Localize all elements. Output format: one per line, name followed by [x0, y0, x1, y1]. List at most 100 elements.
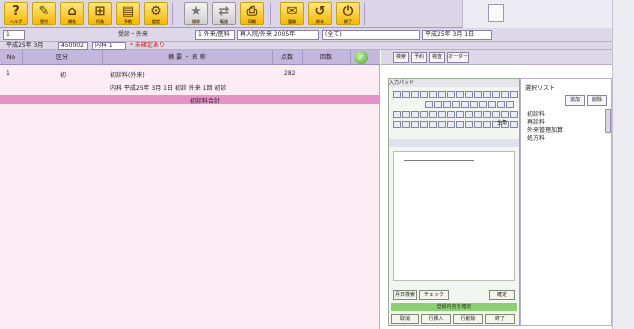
keypad-key[interactable] [411, 121, 419, 128]
tab-exam[interactable]: 検査 [429, 52, 445, 63]
date-search-button[interactable]: 月日検索 [393, 290, 417, 300]
department-field[interactable]: 内科 1 [92, 42, 126, 50]
category-select[interactable]: (全て) [322, 30, 420, 40]
keypad-key[interactable] [438, 91, 446, 98]
keypad-key[interactable] [429, 91, 437, 98]
keypad-key[interactable] [429, 111, 437, 118]
toolbar-button-3[interactable]: ⌂ 病名 [60, 2, 84, 25]
keypad-key[interactable] [456, 111, 464, 118]
category-field-2[interactable]: 再入院/外来 2005年 [237, 30, 319, 40]
keypad-key[interactable] [402, 111, 410, 118]
keypad-key[interactable] [393, 121, 401, 128]
list-item[interactable]: 処方料 [527, 133, 545, 142]
keypad-key[interactable] [479, 101, 487, 108]
patient-id-field[interactable]: 1 [3, 30, 25, 40]
keypad-key[interactable] [447, 91, 455, 98]
toolbar-button-11[interactable]: ↺ 戻る [308, 2, 332, 25]
toolbar-button-2[interactable]: ✎ 受付 [32, 2, 56, 25]
header-count[interactable]: 回数 [302, 50, 351, 65]
table-row[interactable]: 1 初 初診料(外来) 282 内科 平成25年 3月 1日 初診 外来 1回 … [0, 66, 380, 94]
tab-order[interactable]: オーダー [447, 52, 469, 63]
toolbar-separator [364, 3, 365, 25]
toolbar-button-4[interactable]: ⊞ 行為 [88, 2, 112, 25]
toolbar-button-8[interactable]: ⇄ 転送 [212, 2, 236, 25]
keypad-key[interactable] [501, 91, 509, 98]
panel-scrollbar[interactable] [605, 109, 611, 133]
keypad-key[interactable] [501, 111, 509, 118]
keypad-key[interactable] [425, 101, 433, 108]
keypad-key[interactable] [510, 121, 518, 128]
keypad-key[interactable] [510, 111, 518, 118]
keypad-key[interactable] [456, 91, 464, 98]
toolbar-button-10[interactable]: ✉ 連絡 [280, 2, 304, 25]
keypad-key[interactable] [411, 91, 419, 98]
register-confirm-bar[interactable]: 登録内容を確定 [391, 303, 517, 311]
tab-search[interactable]: 検索 [393, 52, 409, 63]
header-name[interactable]: 摘 要 ・ 名 称 [102, 50, 273, 65]
keypad-keys [389, 89, 519, 135]
keypad-key[interactable] [420, 121, 428, 128]
toolbar-button-5[interactable]: ▤ 予約 [116, 2, 140, 25]
row-kubun: 初 [60, 72, 67, 79]
keypad-key[interactable] [483, 91, 491, 98]
keypad-key[interactable] [452, 101, 460, 108]
tab-reserve[interactable]: 予約 [411, 52, 427, 63]
keypad-key[interactable] [470, 101, 478, 108]
add-button[interactable]: 追加 [565, 95, 585, 106]
keypad-key[interactable] [411, 111, 419, 118]
keypad-key[interactable] [420, 111, 428, 118]
keypad-key[interactable] [393, 91, 401, 98]
delete-row-button[interactable]: 行削除 [453, 314, 483, 324]
check-button[interactable]: チェック [419, 290, 449, 300]
keypad-key[interactable] [438, 121, 446, 128]
keypad-key[interactable] [492, 91, 500, 98]
keypad-key[interactable] [474, 111, 482, 118]
keypad-key[interactable] [483, 121, 491, 128]
keypad-key[interactable] [483, 111, 491, 118]
header-points[interactable]: 点数 [272, 50, 303, 65]
date-field[interactable]: 平成25年 3月 1日 [422, 30, 492, 40]
search-icon[interactable] [488, 4, 504, 22]
keypad-key[interactable] [447, 121, 455, 128]
keypad-controls [389, 139, 519, 147]
keypad-key[interactable] [438, 111, 446, 118]
delete-button[interactable]: 削除 [587, 95, 607, 106]
toolbar-button-7[interactable]: ★ 保存 [184, 2, 208, 25]
keypad-key[interactable] [465, 91, 473, 98]
keypad-key[interactable] [474, 121, 482, 128]
toolbar-button-1[interactable]: ? ヘルプ [4, 2, 28, 25]
entry-area[interactable] [393, 151, 515, 281]
keypad-key[interactable] [456, 121, 464, 128]
keypad-key[interactable] [465, 111, 473, 118]
toolbar-button-12[interactable]: ⏻ 終了 [336, 2, 360, 25]
header-kubun[interactable]: 区分 [22, 50, 103, 65]
cancel-button[interactable]: 取消 [391, 314, 419, 324]
keypad-key[interactable] [474, 91, 482, 98]
toolbar-icon: ⊞ [94, 4, 106, 19]
keypad-key[interactable] [402, 91, 410, 98]
header-no[interactable]: No [0, 50, 23, 65]
category-field-1[interactable]: 1 外来/医科 [195, 30, 235, 40]
keypad-key[interactable] [429, 121, 437, 128]
keypad-key[interactable] [492, 111, 500, 118]
keypad-key[interactable] [488, 101, 496, 108]
keypad-key[interactable] [443, 101, 451, 108]
keypad-key[interactable] [506, 101, 514, 108]
keypad-key[interactable] [447, 111, 455, 118]
keypad-key[interactable] [434, 101, 442, 108]
toolbar-icon: ? [12, 4, 20, 19]
toolbar-button-6[interactable]: ⚙ 設定 [144, 2, 168, 25]
confirm-button[interactable]: 確定 [489, 290, 515, 300]
insert-row-button[interactable]: 行挿入 [421, 314, 451, 324]
keypad-key[interactable] [497, 101, 505, 108]
toolbar-button-9[interactable]: ⎙ 印刷 [240, 2, 264, 25]
keypad-key[interactable] [402, 121, 410, 128]
keypad-key[interactable] [420, 91, 428, 98]
keypad-key[interactable] [510, 91, 518, 98]
end-button[interactable]: 終了 [485, 314, 515, 324]
confirm-check-icon[interactable]: ✓ [354, 51, 368, 64]
keypad-key[interactable] [461, 101, 469, 108]
keypad-key[interactable] [465, 121, 473, 128]
code-field[interactable]: 450002 [58, 42, 88, 50]
keypad-key[interactable] [393, 111, 401, 118]
